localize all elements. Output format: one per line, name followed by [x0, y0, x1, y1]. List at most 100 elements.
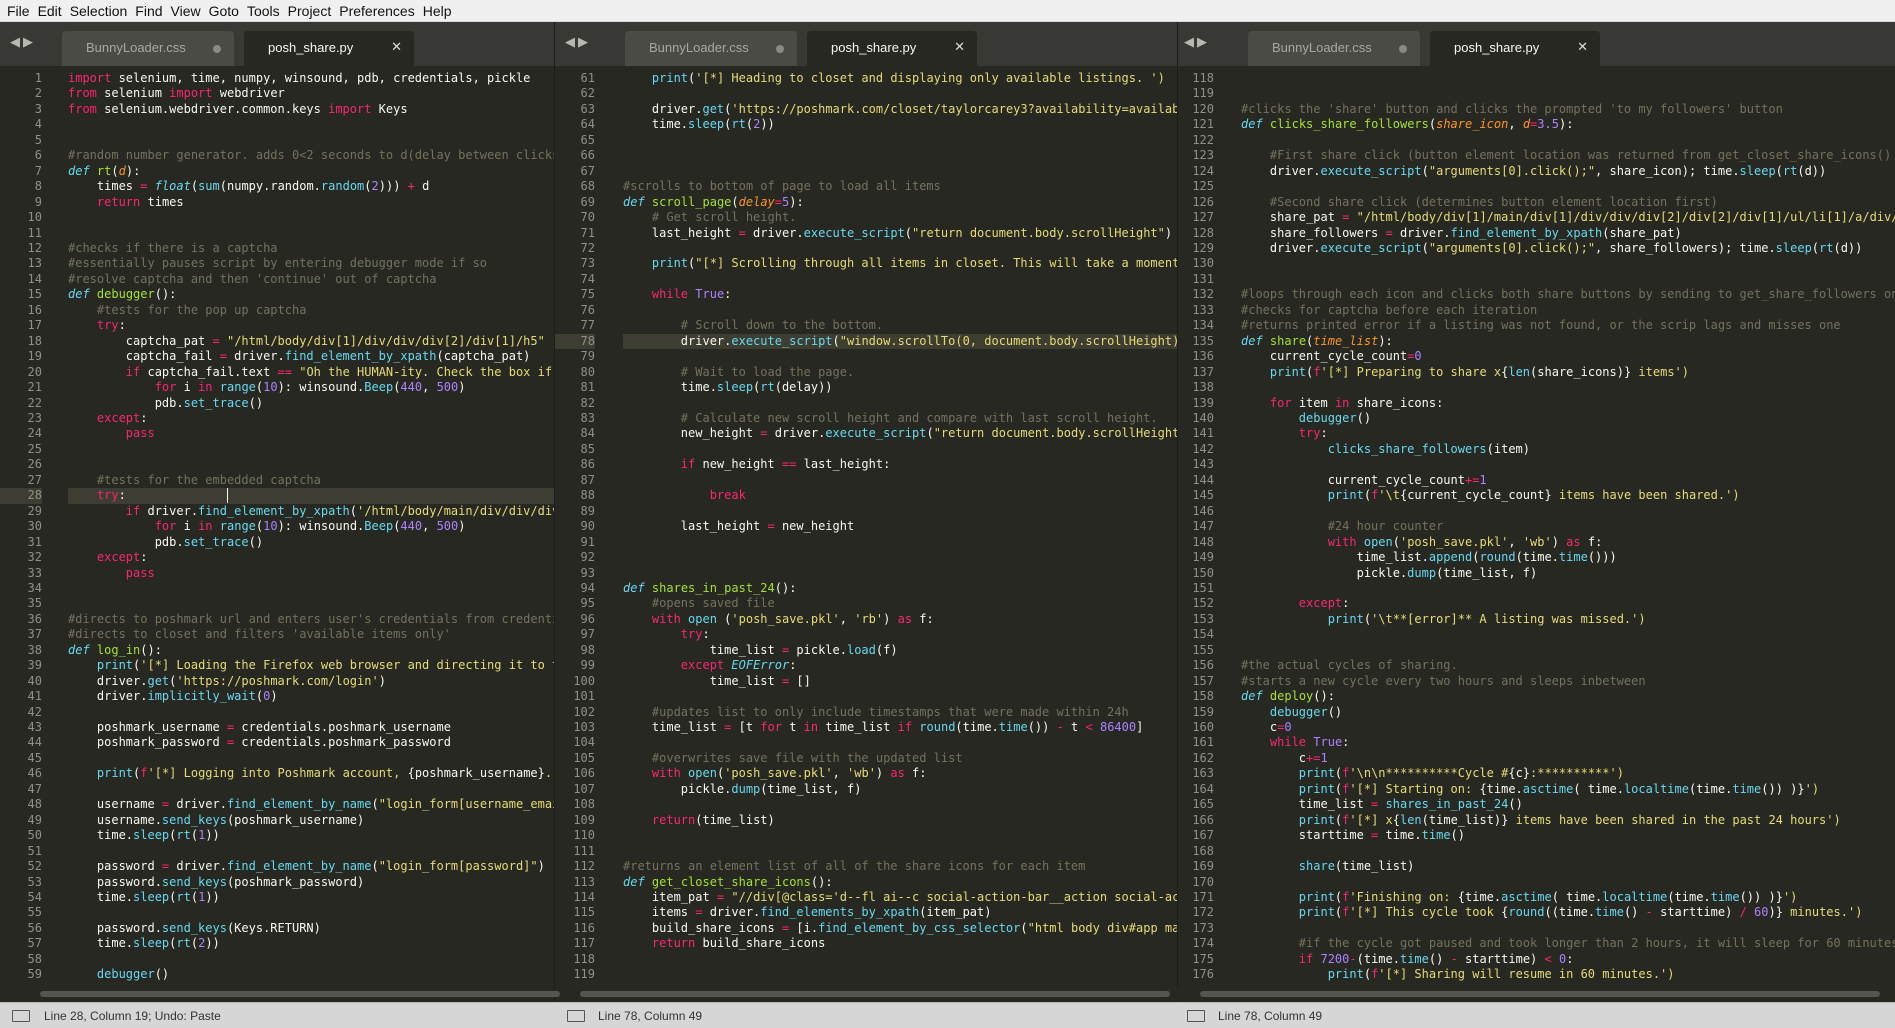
code-line[interactable]: with open('posh_save.pkl', 'wb') as f: — [1241, 535, 1895, 550]
unsaved-dot-icon[interactable] — [776, 45, 784, 53]
code-line[interactable]: def scroll_page(delay=5): — [623, 195, 1177, 210]
code-line[interactable]: time.sleep(rt(2)) — [623, 117, 1177, 132]
code-line[interactable] — [623, 844, 1177, 859]
code-line[interactable] — [68, 596, 554, 611]
code-line[interactable] — [623, 148, 1177, 163]
code-line[interactable] — [1241, 643, 1895, 658]
code-line[interactable]: poshmark_password = credentials.poshmark… — [68, 735, 554, 750]
code-line[interactable]: starttime = time.time() — [1241, 828, 1895, 843]
code-line[interactable] — [1241, 921, 1895, 936]
menu-item-tools[interactable]: Tools — [240, 0, 280, 22]
panel-toggle-icon[interactable] — [1187, 1010, 1205, 1022]
code-line[interactable]: return(time_list) — [623, 813, 1177, 828]
code-line[interactable]: print(f'[*] x{len(time_list)} items have… — [1241, 813, 1895, 828]
code-line[interactable]: time_list = pickle.load(f) — [623, 643, 1177, 658]
code-line[interactable]: except: — [68, 550, 554, 565]
code-line[interactable] — [1241, 256, 1895, 271]
code-line[interactable]: def deploy(): — [1241, 689, 1895, 704]
code-line[interactable]: print('[*] Loading the Firefox web brows… — [68, 658, 554, 673]
code-line[interactable]: #starts a new cycle every two hours and … — [1241, 674, 1895, 689]
code-line[interactable] — [1241, 380, 1895, 395]
code-line[interactable]: return build_share_icons — [623, 936, 1177, 951]
code-line[interactable] — [1241, 627, 1895, 642]
code-line[interactable]: from selenium.webdriver.common.keys impo… — [68, 102, 554, 117]
menu-item-view[interactable]: View — [164, 0, 201, 22]
scrollbar-thumb[interactable] — [40, 991, 560, 997]
code-line[interactable] — [1241, 504, 1895, 519]
code-line[interactable] — [1241, 272, 1895, 287]
code-line[interactable]: pdb.set_trace() — [68, 396, 554, 411]
code-line[interactable]: c=0 — [1241, 720, 1895, 735]
code-line[interactable]: poshmark_username = credentials.poshmark… — [68, 720, 554, 735]
code-line[interactable] — [623, 566, 1177, 581]
code-line[interactable] — [68, 117, 554, 132]
code-line[interactable]: #loops through each icon and clicks both… — [1241, 287, 1895, 302]
close-tab-icon[interactable]: ✕ — [1577, 39, 1588, 55]
code-line[interactable]: debugger() — [1241, 411, 1895, 426]
code-line[interactable]: current_cycle_count+=1 — [1241, 473, 1895, 488]
code-line[interactable]: username = driver.find_element_by_name("… — [68, 797, 554, 812]
code-line[interactable] — [68, 952, 554, 967]
code-line[interactable]: #resolve captcha and then 'continue' out… — [68, 272, 554, 287]
code-line[interactable]: try: — [68, 318, 554, 333]
code-line[interactable]: item_pat = "//div[@class='d--fl ai--c so… — [623, 890, 1177, 905]
code-line[interactable] — [68, 133, 554, 148]
code-line[interactable] — [1241, 581, 1895, 596]
code-line[interactable] — [623, 828, 1177, 843]
code-line[interactable]: def rt(d): — [68, 164, 554, 179]
tab-nav-arrows-icon[interactable]: ◀▶ — [1184, 35, 1210, 50]
code-line[interactable]: captcha_pat = "/html/body/div[1]/div/div… — [68, 334, 554, 349]
code-line[interactable]: driver.get('https://poshmark.com/closet/… — [623, 102, 1177, 117]
code-line[interactable]: password.send_keys(Keys.RETURN) — [68, 921, 554, 936]
code-line[interactable]: #tests for the pop up captcha — [68, 303, 554, 318]
code-line[interactable]: time_list = shares_in_past_24() — [1241, 797, 1895, 812]
menu-item-edit[interactable]: Edit — [31, 0, 62, 22]
code-line[interactable]: while True: — [1241, 735, 1895, 750]
menu-item-selection[interactable]: Selection — [63, 0, 128, 22]
code-line[interactable]: #the actual cycles of sharing. — [1241, 658, 1895, 673]
code-line[interactable]: print(f'Finishing on: {time.asctime( tim… — [1241, 890, 1895, 905]
code-line[interactable] — [623, 396, 1177, 411]
code-line[interactable]: print(f'\n\n**********Cycle #{c}:*******… — [1241, 766, 1895, 781]
code-line[interactable]: if captcha_fail.text == "Oh the HUMAN-it… — [68, 365, 554, 380]
code-line[interactable] — [623, 689, 1177, 704]
code-line[interactable]: try: — [1241, 426, 1895, 441]
code-line[interactable]: except EOFError: — [623, 658, 1177, 673]
code-line[interactable]: #scrolls to bottom of page to load all i… — [623, 179, 1177, 194]
code-line[interactable]: pdb.set_trace() — [68, 535, 554, 550]
code-line[interactable]: def get_closet_share_icons(): — [623, 875, 1177, 890]
code-line[interactable]: #24 hour counter — [1241, 519, 1895, 534]
code-line[interactable]: items = driver.find_elements_by_xpath(it… — [623, 905, 1177, 920]
code-line[interactable]: def shares_in_past_24(): — [623, 581, 1177, 596]
code-line[interactable] — [1241, 875, 1895, 890]
code-line[interactable]: print('\t**[error]** A listing was misse… — [1241, 612, 1895, 627]
code-area[interactable]: import selenium, time, numpy, winsound, … — [68, 71, 554, 1002]
code-area[interactable]: print('[*] Heading to closet and display… — [623, 71, 1177, 1002]
code-line[interactable]: #checks for captcha before each iteratio… — [1241, 303, 1895, 318]
code-line[interactable]: clicks_share_followers(item) — [1241, 442, 1895, 457]
code-line[interactable] — [1241, 844, 1895, 859]
code-line[interactable] — [623, 967, 1177, 982]
panel-toggle-icon[interactable] — [567, 1010, 585, 1022]
code-line[interactable]: username.send_keys(poshmark_username) — [68, 813, 554, 828]
code-area[interactable]: #clicks the 'share' button and clicks th… — [1241, 71, 1895, 1002]
tab-active-file[interactable]: posh_share.py ✕ — [244, 31, 414, 66]
code-line[interactable]: current_cycle_count=0 — [1241, 349, 1895, 364]
code-line[interactable]: for i in range(10): winsound.Beep(440, 5… — [68, 380, 554, 395]
scrollbar-thumb[interactable] — [1200, 991, 1880, 997]
code-line[interactable]: time.sleep(rt(1)) — [68, 890, 554, 905]
menu-item-project[interactable]: Project — [281, 0, 332, 22]
code-line[interactable]: #clicks the 'share' button and clicks th… — [1241, 102, 1895, 117]
code-line[interactable]: print(f'[*] Starting on: {time.asctime( … — [1241, 782, 1895, 797]
code-line[interactable]: build_share_icons = [i.find_element_by_c… — [623, 921, 1177, 936]
code-line[interactable]: with open ('posh_save.pkl', 'rb') as f: — [623, 612, 1177, 627]
code-line[interactable]: #returns an element list of all of the s… — [623, 859, 1177, 874]
code-line[interactable]: driver.execute_script("arguments[0].clic… — [1241, 241, 1895, 256]
code-line[interactable]: # Calculate new scroll height and compar… — [623, 411, 1177, 426]
menu-item-goto[interactable]: Goto — [202, 0, 239, 22]
code-line[interactable]: print(f'[*] Preparing to share x{len(sha… — [1241, 365, 1895, 380]
code-line[interactable]: import selenium, time, numpy, winsound, … — [68, 71, 554, 86]
tab-active-file[interactable]: posh_share.py ✕ — [807, 31, 977, 66]
code-line[interactable]: if 7200-(time.time() - starttime) < 0: — [1241, 952, 1895, 967]
menu-item-help[interactable]: Help — [416, 0, 452, 22]
